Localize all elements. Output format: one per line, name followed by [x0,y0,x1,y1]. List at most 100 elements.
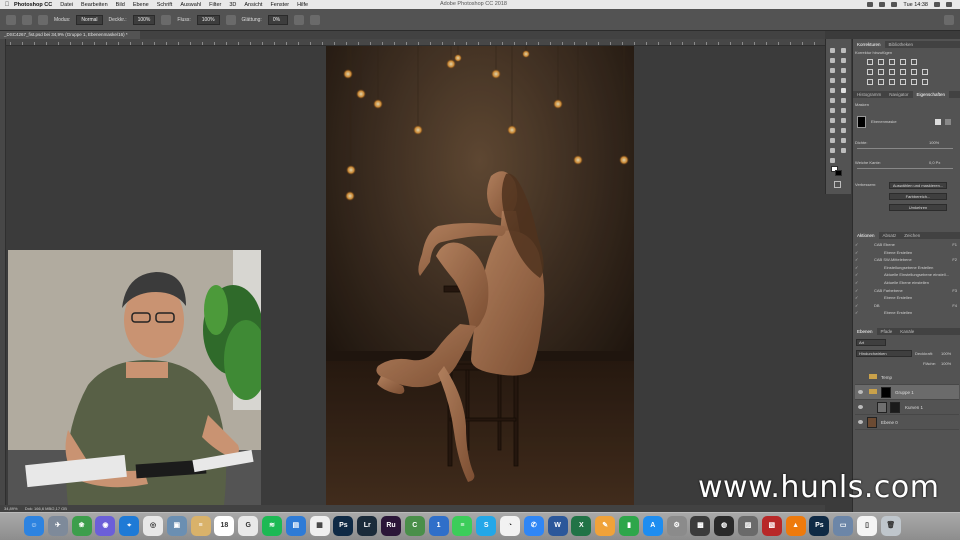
dock-skype-icon[interactable]: S [476,516,497,536]
history-brush-tool-icon[interactable] [840,97,847,104]
dock-rush-icon[interactable]: Ru [381,516,401,536]
menu-help[interactable]: Hilfe [297,2,308,8]
tab-paths[interactable]: Pfade [877,328,897,335]
dock-mosaic-icon[interactable]: ❀ [71,516,92,536]
brush-tool-icon[interactable] [840,87,847,94]
layer-name[interactable]: Ebene 0 [881,420,898,425]
crop-tool-icon[interactable] [840,67,847,74]
dock-mosaic-pro-icon[interactable]: ▩ [690,516,711,536]
action-row[interactable]: ✓ CAB Ebene F1 [855,242,959,248]
adjustment-icon[interactable] [900,59,906,65]
brush-tool-icon[interactable] [6,14,16,25]
dock-photoshop-icon[interactable]: Ps [333,516,354,536]
check-icon[interactable]: ✓ [855,257,859,263]
density-slider[interactable] [857,148,953,149]
menu-edit[interactable]: Bearbeiten [81,2,108,8]
clone-stamp-tool-icon[interactable] [829,97,836,104]
more-tool-icon[interactable] [829,157,836,164]
action-row[interactable]: ✓ Ebene Erstellen [855,295,959,301]
eraser-tool-icon[interactable] [829,107,836,114]
layer-fill-value[interactable]: 100% [941,361,959,367]
adjustment-icon[interactable] [889,79,895,85]
adjustment-icon[interactable] [911,59,917,65]
check-icon[interactable]: ✓ [855,310,859,316]
feather-value[interactable]: 0,0 Px [929,160,951,166]
dock-system-preferences-icon[interactable]: ⚙ [666,516,687,536]
color-range-button[interactable]: Farbbereich... [889,193,947,200]
feather-slider[interactable] [857,168,953,169]
dock-siri-icon[interactable]: ◉ [95,516,116,536]
pen-tool-icon[interactable] [829,127,836,134]
document-canvas-photo[interactable] [326,46,634,505]
airbrush-icon[interactable] [225,14,236,25]
layer-group-1[interactable]: Gruppe 1 [855,385,959,400]
dock-image-capture-icon[interactable]: ▭ [833,516,854,536]
layer-name[interactable]: Temp [881,375,892,380]
dock-spotify-icon[interactable]: ≋ [262,516,282,536]
check-icon[interactable]: ✓ [855,280,859,286]
healing-tool-icon[interactable] [829,87,836,94]
action-row[interactable]: ✓ CAB Farbebene F3 [855,288,959,294]
battery-icon[interactable] [891,2,898,7]
dodge-tool-icon[interactable] [840,117,847,124]
marquee-tool-icon[interactable] [829,57,836,64]
visibility-icon[interactable] [858,390,863,394]
dock-reminders-icon[interactable]: ◔ [500,516,520,536]
dock-word-icon[interactable]: W [547,516,568,536]
artboard-tool-icon[interactable] [840,47,847,54]
quick-select-tool-icon[interactable] [829,67,836,74]
zoom-tool-icon[interactable] [840,147,847,154]
adjustment-icon[interactable] [922,79,928,85]
gradient-tool-icon[interactable] [840,107,847,114]
search-icon[interactable] [934,2,940,7]
dock-document-icon[interactable]: ▯ [857,516,877,536]
dock-photos-icon[interactable]: ▨ [738,516,758,536]
dock-messenger-icon[interactable]: ✆ [523,516,544,536]
doc-size-readout[interactable]: Dok: 166,6 MB/2,17 GB [25,506,67,511]
dock-google-icon[interactable]: G [238,516,259,536]
adjustment-icon[interactable] [867,69,873,75]
pressure-opacity-icon[interactable] [161,14,172,25]
actions-controls[interactable] [873,318,953,323]
dock-trash-icon[interactable]: 🗑 [880,516,901,536]
document-tab[interactable]: _DSC4267_fist.psd bei 34,9% (Gruppe 1, E… [0,31,140,39]
dock-keynote-icon[interactable]: ▤ [285,516,306,536]
properties-footer-icons[interactable] [913,219,957,224]
path-select-tool-icon[interactable] [829,137,836,144]
menu-type[interactable]: Schrift [157,2,173,8]
dock-notes-icon[interactable]: ≡ [190,516,211,536]
background-color-swatch[interactable] [835,170,842,176]
lasso-tool-icon[interactable] [840,57,847,64]
adjustment-icon[interactable] [911,79,917,85]
type-tool-icon[interactable] [840,127,847,134]
dock-numbers-icon[interactable]: ▮ [619,516,639,536]
invert-button[interactable]: Umkehren [889,204,947,211]
adjustment-icon[interactable] [922,69,928,75]
settings-gear-icon[interactable] [293,14,304,25]
frame-tool-icon[interactable] [840,77,847,84]
pressure-size-icon[interactable] [309,14,320,25]
dock-messages-icon[interactable]: ≡ [452,516,473,536]
mask-thumbnail[interactable] [857,116,866,128]
brush-panel-icon[interactable] [38,14,48,25]
adjustment-icon[interactable] [878,79,884,85]
menu-view[interactable]: Ansicht [244,2,262,8]
layer-opacity-value[interactable]: 100% [941,351,959,357]
move-tool-icon[interactable] [829,47,836,54]
adjustment-icon[interactable] [878,69,884,75]
mode-select[interactable]: Normal [76,14,103,25]
density-value[interactable]: 100% [929,140,949,146]
action-row[interactable]: ✓ Aktuelle Ebene einstellen [855,280,959,286]
dropbox-icon[interactable] [867,2,874,7]
tab-histogram[interactable]: Histogramm [853,91,885,98]
action-row[interactable]: ✓ Aktuelle Einstellungsebene einstell... [855,272,959,278]
menu-file[interactable]: Datei [60,2,73,8]
dock-vlc-icon[interactable]: ▲ [785,516,806,536]
ruler-horizontal[interactable] [6,39,825,46]
adjustment-icon[interactable] [889,59,895,65]
clock[interactable]: Tue 14:38 [903,2,928,8]
layer-name[interactable]: Gruppe 1 [895,390,914,395]
check-icon[interactable]: ✓ [855,288,859,294]
select-and-mask-button[interactable]: Auswählen und maskieren... [889,182,947,189]
shape-tool-icon[interactable] [840,137,847,144]
